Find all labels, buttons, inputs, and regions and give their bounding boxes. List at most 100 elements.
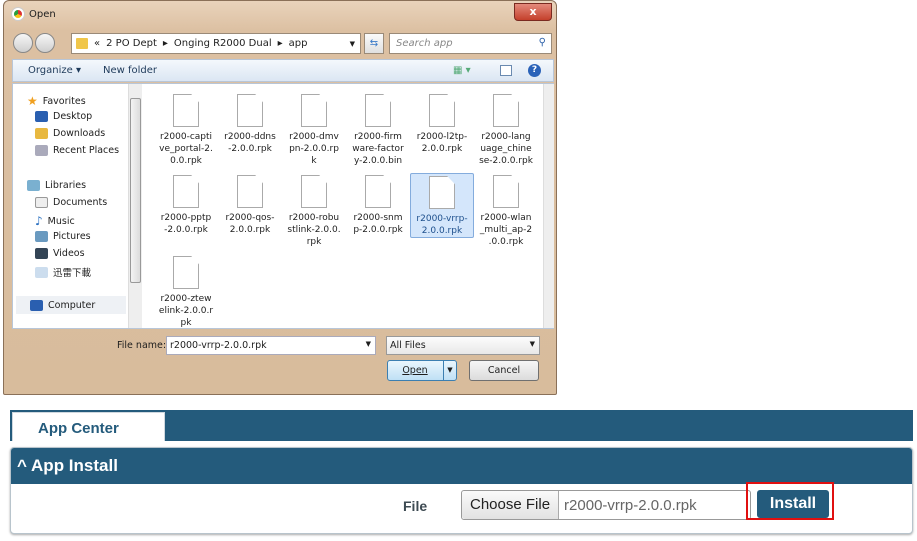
- document-icon: [237, 175, 263, 208]
- open-split-dropdown[interactable]: ▼: [443, 361, 456, 380]
- document-icon: [173, 175, 199, 208]
- file-name: r2000-vrrp-2.0.0.rpk: [411, 213, 473, 237]
- file-item[interactable]: r2000-robustlink-2.0.0.rpk: [282, 173, 346, 248]
- dialog-title: Open: [29, 9, 56, 20]
- nav-documents[interactable]: Documents: [35, 197, 107, 208]
- open-label: Open: [402, 365, 427, 376]
- pictures-icon: [35, 231, 48, 242]
- file-name: r2000-wlan_multi_ap-2.0.0.rpk: [474, 212, 538, 248]
- file-item[interactable]: r2000-ztewelink-2.0.0.rpk: [154, 254, 218, 329]
- videos-icon: [35, 248, 48, 259]
- folder-icon: [76, 38, 88, 49]
- organize-button[interactable]: Organize ▾: [28, 65, 81, 76]
- dialog-title-bar: Open: [12, 8, 56, 20]
- tab-app-center[interactable]: App Center: [12, 412, 165, 441]
- chevron-down-icon: ▼: [530, 340, 535, 348]
- nav-label: Recent Places: [53, 145, 119, 156]
- file-item[interactable]: r2000-dmvpn-2.0.0.rpk: [282, 92, 346, 167]
- chevron-down-icon[interactable]: ▼: [366, 340, 371, 348]
- install-button[interactable]: Install: [757, 490, 829, 518]
- nav-scrollbar[interactable]: [128, 84, 142, 328]
- nav-libraries[interactable]: Libraries: [27, 180, 86, 191]
- file-scrollbar[interactable]: [543, 84, 554, 328]
- file-item[interactable]: r2000-vrrp-2.0.0.rpk: [410, 173, 474, 238]
- scroll-thumb[interactable]: [130, 98, 141, 283]
- file-item[interactable]: r2000-language_chinese-2.0.0.rpk: [474, 92, 538, 167]
- document-icon: [173, 256, 199, 289]
- file-name: r2000-snmp-2.0.0.rpk: [346, 212, 410, 236]
- file-item[interactable]: r2000-pptp-2.0.0.rpk: [154, 173, 218, 236]
- nav-xunlei[interactable]: 迅雷下載: [35, 265, 91, 279]
- file-type-value: All Files: [390, 340, 426, 351]
- nav-recent-places[interactable]: Recent Places: [35, 145, 119, 156]
- file-name: r2000-captive_portal-2.0.0.rpk: [154, 131, 218, 167]
- breadcrumb-overflow[interactable]: «: [94, 38, 100, 49]
- back-button[interactable]: [13, 33, 33, 53]
- preview-pane-icon[interactable]: [500, 65, 512, 76]
- nav-music[interactable]: ♪ Music: [35, 214, 75, 228]
- document-icon: [173, 94, 199, 127]
- file-name: r2000-language_chinese-2.0.0.rpk: [474, 131, 538, 167]
- open-file-dialog: Open x « 2 PO Dept▸ Onging R2000 Dual▸ a…: [3, 0, 557, 395]
- file-name: r2000-qos-2.0.0.rpk: [218, 212, 282, 236]
- library-icon: [35, 267, 48, 278]
- documents-icon: [35, 197, 48, 208]
- file-type-select[interactable]: All Files ▼: [386, 336, 540, 355]
- app-install-panel: ^ App Install File Choose File r2000-vrr…: [10, 447, 913, 534]
- choose-file-button[interactable]: Choose File: [462, 491, 559, 519]
- file-item[interactable]: r2000-snmp-2.0.0.rpk: [346, 173, 410, 236]
- refresh-button[interactable]: ⇆: [364, 33, 384, 54]
- close-button[interactable]: x: [514, 3, 552, 21]
- cancel-button[interactable]: Cancel: [469, 360, 539, 381]
- breadcrumb-item[interactable]: app: [289, 38, 308, 49]
- document-icon: [365, 94, 391, 127]
- file-name: r2000-pptp-2.0.0.rpk: [154, 212, 218, 236]
- file-name: r2000-l2tp-2.0.0.rpk: [410, 131, 474, 155]
- file-item[interactable]: r2000-captive_portal-2.0.0.rpk: [154, 92, 218, 167]
- nav-label: Desktop: [53, 111, 92, 122]
- open-button[interactable]: Open ▼: [387, 360, 457, 381]
- file-item[interactable]: r2000-ddns-2.0.0.rpk: [218, 92, 282, 155]
- file-name: r2000-ddns-2.0.0.rpk: [218, 131, 282, 155]
- file-list: r2000-captive_portal-2.0.0.rpkr2000-ddns…: [144, 84, 544, 328]
- address-bar[interactable]: « 2 PO Dept▸ Onging R2000 Dual▸ app ▼: [71, 33, 361, 54]
- nav-videos[interactable]: Videos: [35, 248, 85, 259]
- new-folder-button[interactable]: New folder: [103, 65, 157, 76]
- nav-computer[interactable]: Computer: [16, 296, 126, 314]
- file-name-input[interactable]: r2000-vrrp-2.0.0.rpk ▼: [166, 336, 376, 355]
- file-input[interactable]: Choose File r2000-vrrp-2.0.0.rpk: [461, 490, 751, 520]
- document-icon: [301, 175, 327, 208]
- nav-label: Music: [48, 216, 75, 227]
- recent-places-icon: [35, 145, 48, 156]
- computer-icon: [30, 300, 43, 311]
- search-icon[interactable]: ⚲: [539, 37, 546, 48]
- document-icon: [237, 94, 263, 127]
- nav-label: Downloads: [53, 128, 105, 139]
- nav-label: Computer: [48, 300, 95, 311]
- help-icon[interactable]: ?: [528, 64, 541, 77]
- search-input[interactable]: Search app ⚲: [389, 33, 552, 54]
- nav-desktop[interactable]: Desktop: [35, 111, 92, 122]
- nav-pictures[interactable]: Pictures: [35, 231, 91, 242]
- nav-label: Favorites: [43, 96, 86, 107]
- forward-button[interactable]: [35, 33, 55, 53]
- music-icon: ♪: [35, 214, 43, 228]
- view-options-icon[interactable]: ▦ ▾: [453, 65, 471, 76]
- file-item[interactable]: r2000-qos-2.0.0.rpk: [218, 173, 282, 236]
- file-name: r2000-robustlink-2.0.0.rpk: [282, 212, 346, 248]
- breadcrumb-item[interactable]: Onging R2000 Dual: [174, 38, 272, 49]
- downloads-icon: [35, 128, 48, 139]
- search-placeholder: Search app: [396, 38, 453, 49]
- file-item[interactable]: r2000-firmware-factory-2.0.0.bin: [346, 92, 410, 167]
- nav-favorites[interactable]: ★ Favorites: [27, 94, 86, 108]
- chevron-down-icon[interactable]: ▼: [350, 40, 355, 48]
- chrome-icon: [12, 8, 24, 20]
- nav-downloads[interactable]: Downloads: [35, 128, 105, 139]
- desktop-icon: [35, 111, 48, 122]
- breadcrumb-item[interactable]: 2 PO Dept: [106, 38, 157, 49]
- file-name-value: r2000-vrrp-2.0.0.rpk: [170, 340, 267, 351]
- app-install-header[interactable]: ^ App Install: [11, 448, 912, 484]
- file-item[interactable]: r2000-wlan_multi_ap-2.0.0.rpk: [474, 173, 538, 248]
- file-item[interactable]: r2000-l2tp-2.0.0.rpk: [410, 92, 474, 155]
- star-icon: ★: [27, 94, 38, 108]
